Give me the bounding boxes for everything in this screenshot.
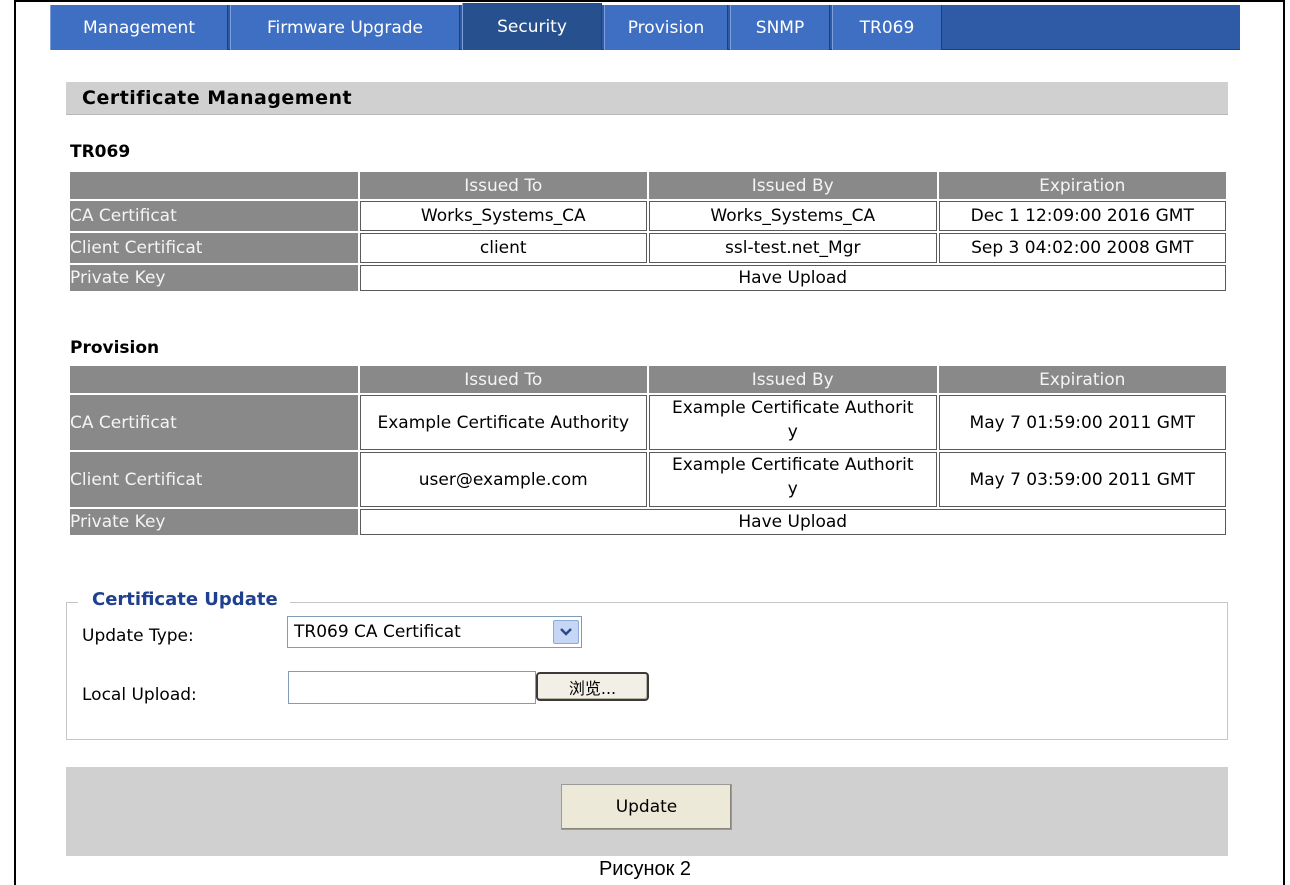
chevron-down-icon[interactable]	[553, 620, 579, 644]
tab-security[interactable]: Security	[462, 3, 602, 50]
table-header-issued-by: Issued By	[649, 172, 937, 199]
update-type-value: TR069 CA Certificat	[294, 622, 461, 642]
table-header-blank	[70, 172, 358, 199]
table-header-blank	[70, 366, 358, 393]
browse-button[interactable]: 浏览...	[536, 672, 649, 701]
row-label: Client Certificat	[70, 233, 358, 263]
local-upload-label: Local Upload:	[82, 685, 197, 705]
tr069-section-title: TR069	[70, 142, 131, 162]
update-type-select[interactable]: TR069 CA Certificat	[287, 616, 582, 648]
row-label: CA Certificat	[70, 395, 358, 450]
tab-management[interactable]: Management	[50, 5, 228, 50]
tab-firmware-upgrade[interactable]: Firmware Upgrade	[230, 5, 460, 50]
table-row: Private Key Have Upload	[70, 509, 1226, 535]
tab-tr069[interactable]: TR069	[832, 5, 942, 50]
private-key-status: Have Upload	[359, 509, 1226, 535]
table-row: Client Certificat client ssl-test.net_Mg…	[70, 233, 1226, 263]
issued-to-value: user@example.com	[359, 452, 647, 507]
local-upload-input[interactable]	[288, 671, 536, 704]
figure-top-border	[14, 0, 1285, 2]
tab-snmp[interactable]: SNMP	[730, 5, 830, 50]
tab-bar: Management Firmware Upgrade Security Pro…	[50, 3, 1240, 50]
tab-provision[interactable]: Provision	[604, 5, 728, 50]
row-label: Private Key	[70, 265, 358, 291]
table-row: Private Key Have Upload	[70, 265, 1226, 291]
expiration-value: May 7 03:59:00 2011 GMT	[938, 452, 1226, 507]
expiration-value: Dec 1 12:09:00 2016 GMT	[938, 201, 1226, 231]
provision-section-title: Provision	[70, 338, 160, 358]
certificate-update-legend: Certificate Update	[78, 589, 290, 610]
expiration-value: May 7 01:59:00 2011 GMT	[938, 395, 1226, 450]
issued-to-value: Works_Systems_CA	[359, 201, 647, 231]
provision-certificate-table: Issued To Issued By Expiration CA Certif…	[68, 364, 1228, 537]
issued-to-value: Example Certificate Authority	[359, 395, 647, 450]
row-label: Client Certificat	[70, 452, 358, 507]
certificate-update-fieldset	[66, 602, 1228, 740]
table-header-issued-to: Issued To	[359, 366, 647, 393]
row-label: CA Certificat	[70, 201, 358, 231]
update-button[interactable]: Update	[561, 784, 732, 830]
table-header-issued-by: Issued By	[649, 366, 937, 393]
issued-by-line: Example Certificate Authorit	[672, 398, 914, 418]
expiration-value: Sep 3 04:02:00 2008 GMT	[938, 233, 1226, 263]
issued-by-line: y	[787, 479, 798, 499]
issued-by-value: ssl-test.net_Mgr	[649, 233, 937, 263]
issued-by-value: Example Certificate Authorit y	[649, 452, 937, 507]
issued-by-value: Works_Systems_CA	[649, 201, 937, 231]
page-title: Certificate Management	[66, 82, 1228, 115]
table-header-expiration: Expiration	[938, 366, 1226, 393]
row-label: Private Key	[70, 509, 358, 535]
issued-by-line: Example Certificate Authorit	[672, 455, 914, 475]
table-row: CA Certificat Example Certificate Author…	[70, 395, 1226, 450]
table-row: CA Certificat Works_Systems_CA Works_Sys…	[70, 201, 1226, 231]
table-row: Client Certificat user@example.com Examp…	[70, 452, 1226, 507]
private-key-status: Have Upload	[359, 265, 1226, 291]
table-header-issued-to: Issued To	[359, 172, 647, 199]
issued-by-line: y	[787, 422, 798, 442]
table-header-expiration: Expiration	[938, 172, 1226, 199]
tr069-certificate-table: Issued To Issued By Expiration CA Certif…	[68, 170, 1228, 293]
figure-caption: Рисунок 2	[598, 858, 692, 880]
issued-by-value: Example Certificate Authorit y	[649, 395, 937, 450]
update-type-label: Update Type:	[82, 626, 194, 646]
issued-to-value: client	[359, 233, 647, 263]
